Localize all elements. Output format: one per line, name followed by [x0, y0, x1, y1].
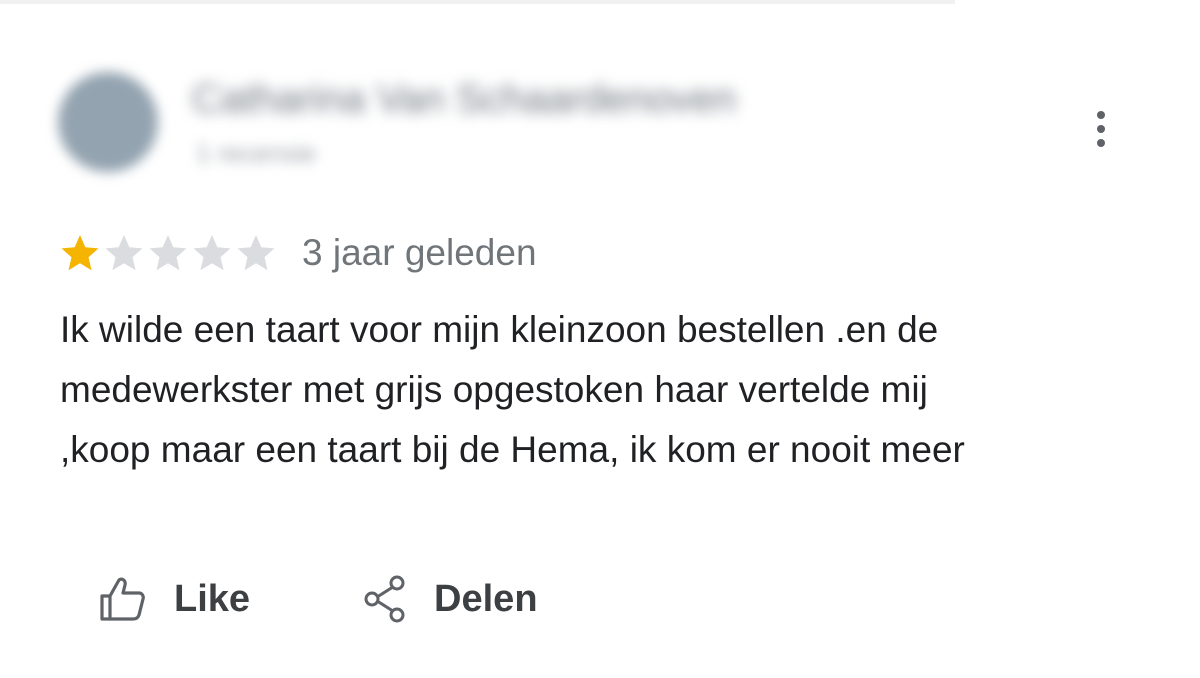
like-label: Like	[174, 577, 251, 620]
avatar[interactable]	[58, 72, 158, 172]
star-filled-icon	[60, 233, 100, 273]
star-rating	[60, 233, 276, 273]
review-text-line: medewerkster met grijs opgestoken haar v…	[60, 369, 928, 410]
author-name[interactable]: Catharina Van Schaardenoven	[192, 78, 736, 120]
review-card: Catharina Van Schaardenoven 1 recensie 3…	[0, 0, 1200, 678]
author-review-count: 1 recensie	[196, 138, 316, 168]
review-text-line: Ik wilde een taart voor mijn kleinzoon b…	[60, 309, 939, 350]
more-vert-icon	[1097, 111, 1105, 119]
review-time: 3 jaar geleden	[302, 232, 537, 273]
more-options-button[interactable]	[1084, 106, 1118, 152]
rating-row: 3 jaar geleden	[60, 230, 537, 276]
review-actions: Like Delen	[96, 570, 538, 628]
like-button[interactable]: Like	[96, 570, 250, 628]
thumb-up-icon	[96, 574, 148, 624]
star-empty-icon	[192, 233, 232, 273]
review-text-line: ,koop maar een taart bij de Hema, ik kom…	[60, 429, 965, 470]
share-button[interactable]: Delen	[362, 570, 538, 628]
share-icon	[362, 574, 408, 624]
star-empty-icon	[148, 233, 188, 273]
star-empty-icon	[104, 233, 144, 273]
review-text: Ik wilde een taart voor mijn kleinzoon b…	[60, 300, 1140, 480]
share-label: Delen	[434, 577, 538, 620]
star-empty-icon	[236, 233, 276, 273]
